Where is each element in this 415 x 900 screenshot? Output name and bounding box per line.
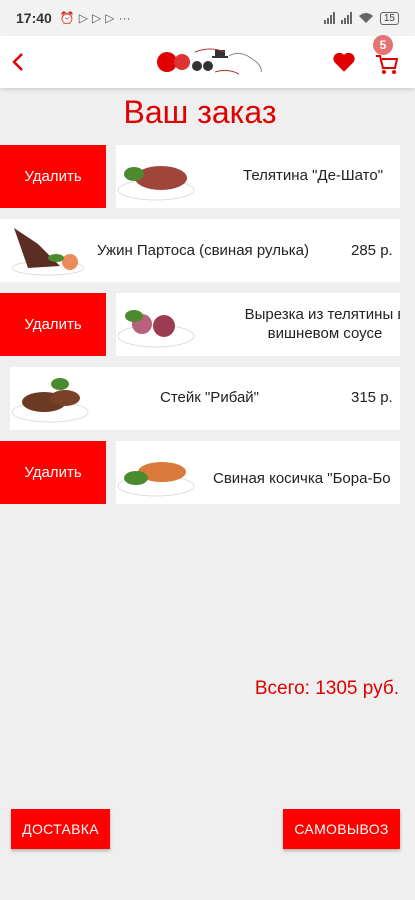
- app-bar: [0, 36, 415, 88]
- delivery-button[interactable]: ДОСТАВКА: [11, 809, 110, 849]
- order-item[interactable]: Удалить Телятина "Де-Шато": [0, 145, 400, 208]
- battery-icon: 15: [379, 11, 399, 25]
- status-time: 17:40: [16, 10, 52, 26]
- dish-name: Телятина "Де-Шато": [243, 167, 384, 184]
- restaurant-logo: [157, 48, 262, 75]
- dish-image: [117, 166, 195, 201]
- order-item[interactable]: Удалить Вырезка из телятины в вишневом с…: [0, 293, 400, 356]
- order-item-card[interactable]: Вырезка из телятины в вишневом соусе: [116, 293, 400, 356]
- dish-name: Стейк "Рибай": [160, 389, 259, 406]
- heart-icon: [333, 52, 355, 72]
- play-store-icon: ▷: [92, 11, 102, 25]
- dish-price: 315 р.: [351, 389, 393, 406]
- page-title: Ваш заказ: [123, 94, 277, 130]
- order-item-card[interactable]: Свиная косичка "Бора-Бо: [116, 441, 400, 504]
- order-item[interactable]: Удалить Свиная косичка "Бора-Бо: [0, 441, 400, 504]
- dish-image: [117, 462, 195, 497]
- order-total: Всего: 1305 руб.: [254, 678, 399, 699]
- order-item-card[interactable]: Ужин Партоса (свиная рулька) 285 р.: [0, 219, 400, 282]
- delete-button[interactable]: Удалить: [0, 145, 106, 208]
- status-bar: 17:40 ⏰ ▷ ▷ ▷ ··· 15: [0, 0, 415, 36]
- delete-button[interactable]: Удалить: [0, 441, 106, 504]
- order-item-card[interactable]: Стейк "Рибай" 315 р.: [10, 367, 400, 430]
- order-item-card[interactable]: Телятина "Де-Шато": [116, 145, 400, 208]
- play-store-icon: ▷: [78, 11, 88, 25]
- dish-name: Свиная косичка "Бора-Бо: [213, 470, 391, 487]
- more-notifications-icon: ···: [118, 11, 131, 25]
- notification-icons: ⏰ ▷ ▷ ▷ ···: [60, 11, 131, 25]
- dish-price: 285 р.: [351, 242, 393, 259]
- back-button[interactable]: [6, 48, 30, 76]
- order-item[interactable]: Стейк "Рибай" 315 р.: [0, 367, 400, 430]
- dish-image: [11, 378, 89, 423]
- cart-count-badge: 5: [373, 35, 393, 55]
- chevron-left-icon: [12, 53, 23, 71]
- system-icons: 15: [323, 11, 399, 25]
- delete-button[interactable]: Удалить: [0, 293, 106, 356]
- dish-image: [11, 228, 85, 276]
- wifi-icon: [358, 13, 373, 23]
- dish-name: Ужин Партоса (свиная рулька): [97, 242, 309, 259]
- signal-icon: [340, 12, 352, 24]
- signal-icon: [323, 12, 335, 24]
- favorites-button[interactable]: [331, 49, 357, 75]
- dish-image: [117, 310, 195, 348]
- pickup-button[interactable]: САМОВЫВОЗ: [283, 809, 400, 849]
- alarm-icon: ⏰: [59, 11, 75, 25]
- play-store-icon: ▷: [105, 11, 115, 25]
- dish-name: Вырезка из телятины в вишневом соусе: [244, 306, 400, 342]
- order-item[interactable]: Ужин Партоса (свиная рулька) 285 р.: [0, 219, 400, 282]
